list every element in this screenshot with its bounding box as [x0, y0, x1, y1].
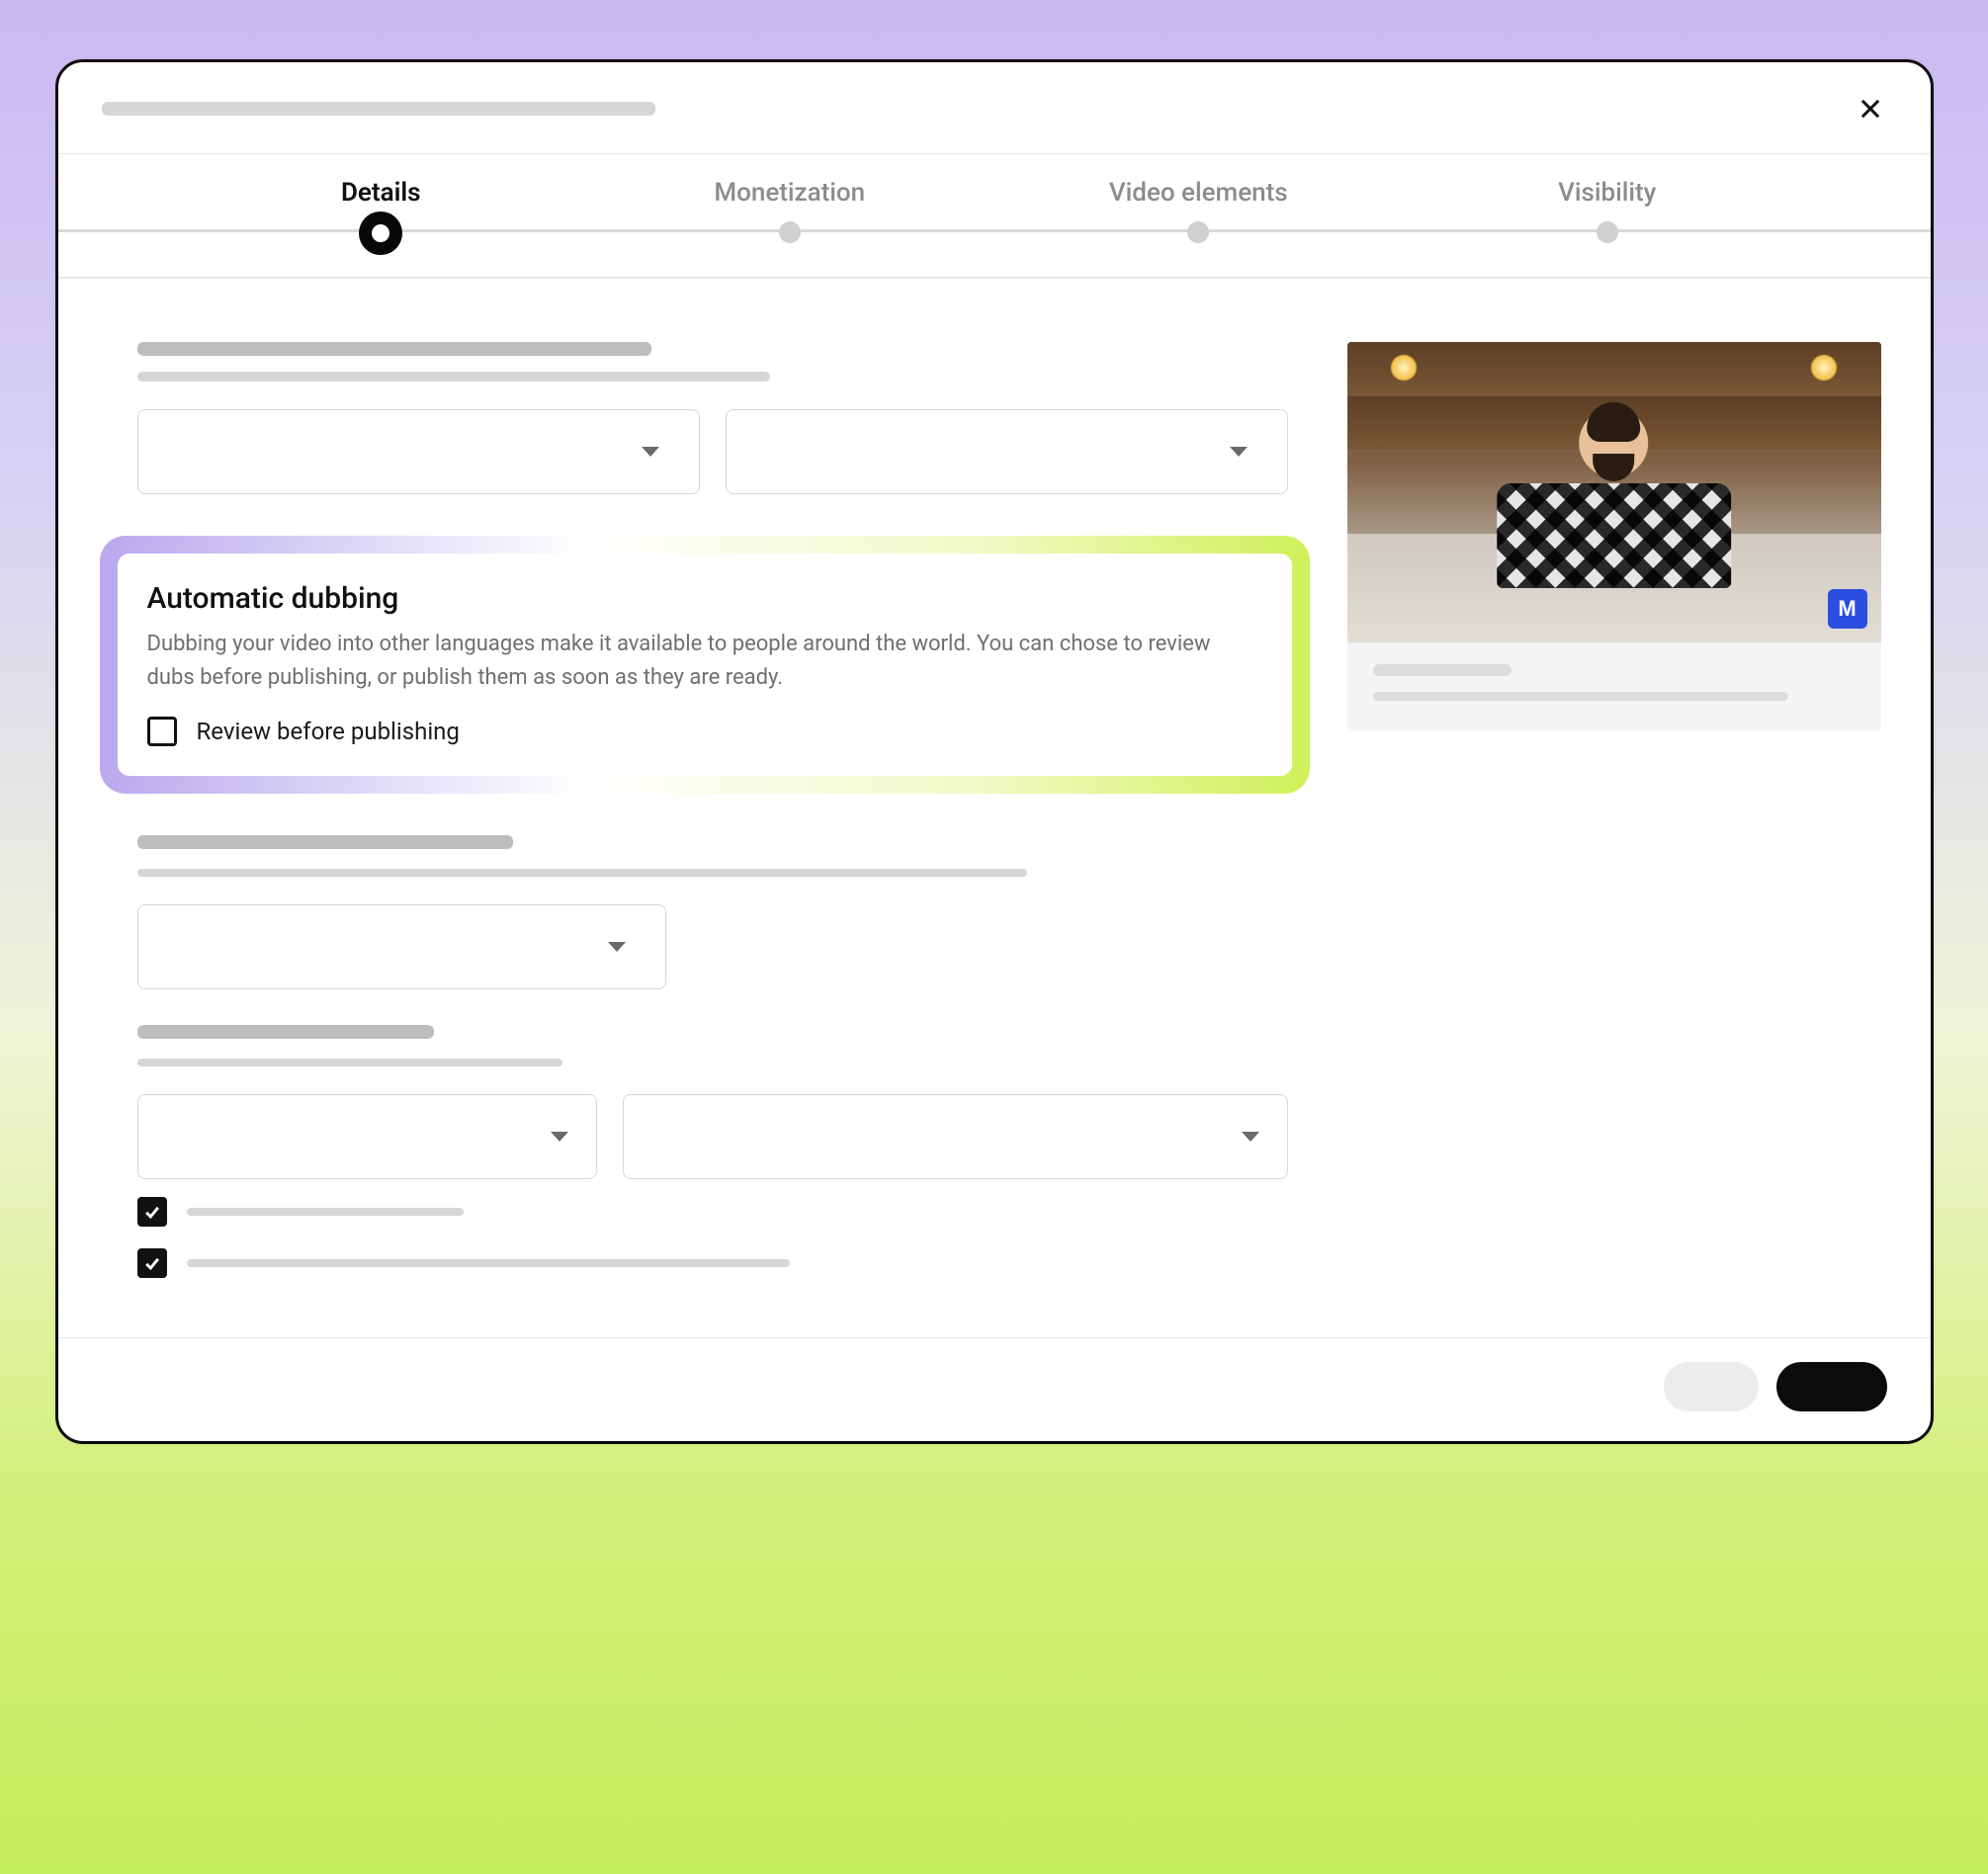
- form-column: Automatic dubbing Dubbing your video int…: [137, 342, 1288, 1300]
- dropdown-field[interactable]: [137, 1094, 598, 1179]
- step-monetization[interactable]: Monetization: [585, 178, 994, 243]
- step-label: Details: [177, 178, 586, 208]
- step-label: Video elements: [994, 178, 1404, 208]
- automatic-dubbing-card: Automatic dubbing Dubbing your video int…: [118, 554, 1292, 776]
- chevron-down-icon: [551, 1132, 568, 1142]
- video-preview-card: M: [1347, 342, 1881, 730]
- dropdown-field[interactable]: [726, 409, 1288, 494]
- checkbox-row[interactable]: [137, 1197, 1288, 1227]
- close-button[interactable]: [1854, 92, 1887, 126]
- stepper: Details Monetization Video elements Visi…: [58, 154, 1931, 318]
- step-dot-icon: [1597, 221, 1618, 243]
- dubbing-description: Dubbing your video into other languages …: [147, 628, 1262, 695]
- step-video-elements[interactable]: Video elements: [994, 178, 1404, 243]
- section-heading-placeholder: [137, 1025, 434, 1039]
- video-meta: [1347, 642, 1881, 730]
- checkbox-row[interactable]: [137, 1248, 1288, 1278]
- dubbing-title: Automatic dubbing: [147, 581, 1262, 616]
- step-dot-icon: [1187, 221, 1209, 243]
- checkbox-list: [137, 1197, 1288, 1278]
- dropdown-field[interactable]: [623, 1094, 1287, 1179]
- back-button[interactable]: [1664, 1362, 1759, 1411]
- review-before-publishing-option[interactable]: Review before publishing: [147, 717, 1262, 746]
- chevron-down-icon: [1242, 1132, 1259, 1142]
- step-visibility[interactable]: Visibility: [1403, 178, 1812, 243]
- checkbox-label-placeholder: [187, 1259, 790, 1267]
- chevron-down-icon: [1230, 447, 1248, 457]
- step-label: Monetization: [585, 178, 994, 208]
- section-heading-placeholder: [137, 835, 513, 849]
- next-button[interactable]: [1776, 1362, 1887, 1411]
- step-details[interactable]: Details: [177, 178, 586, 265]
- checkbox-checked-icon[interactable]: [137, 1197, 167, 1227]
- close-icon: [1857, 95, 1884, 123]
- select-row: [137, 1094, 1288, 1179]
- stepper-track: [58, 229, 1931, 232]
- chevron-down-icon: [642, 447, 659, 457]
- section-subtext-placeholder: [137, 869, 1027, 877]
- select-row: [137, 409, 1288, 494]
- select-row: [137, 904, 1288, 989]
- preview-column: M: [1347, 342, 1881, 1300]
- chevron-down-icon: [608, 942, 626, 952]
- step-label: Visibility: [1403, 178, 1812, 208]
- checkbox-unchecked-icon[interactable]: [147, 717, 177, 746]
- step-dot-icon: [779, 221, 801, 243]
- dropdown-field[interactable]: [137, 409, 700, 494]
- dialog-title-placeholder: [102, 102, 655, 116]
- dialog-body: Automatic dubbing Dubbing your video int…: [58, 318, 1931, 1300]
- checkbox-label: Review before publishing: [197, 718, 460, 745]
- meta-line-placeholder: [1373, 692, 1788, 701]
- thumbnail-badge: M: [1828, 589, 1867, 629]
- divider: [58, 277, 1931, 279]
- upload-dialog: Details Monetization Video elements Visi…: [55, 59, 1934, 1444]
- dialog-footer: [58, 1337, 1931, 1441]
- automatic-dubbing-highlight: Automatic dubbing Dubbing your video int…: [100, 536, 1310, 794]
- dialog-header: [58, 62, 1931, 153]
- meta-line-placeholder: [1373, 664, 1512, 676]
- section-subtext-placeholder: [137, 1059, 562, 1066]
- checkbox-label-placeholder: [187, 1208, 464, 1216]
- step-dot-icon: [359, 212, 402, 255]
- dropdown-field[interactable]: [137, 904, 666, 989]
- video-thumbnail[interactable]: M: [1347, 342, 1881, 642]
- section-subtext-placeholder: [137, 372, 770, 382]
- checkbox-checked-icon[interactable]: [137, 1248, 167, 1278]
- section-heading-placeholder: [137, 342, 651, 356]
